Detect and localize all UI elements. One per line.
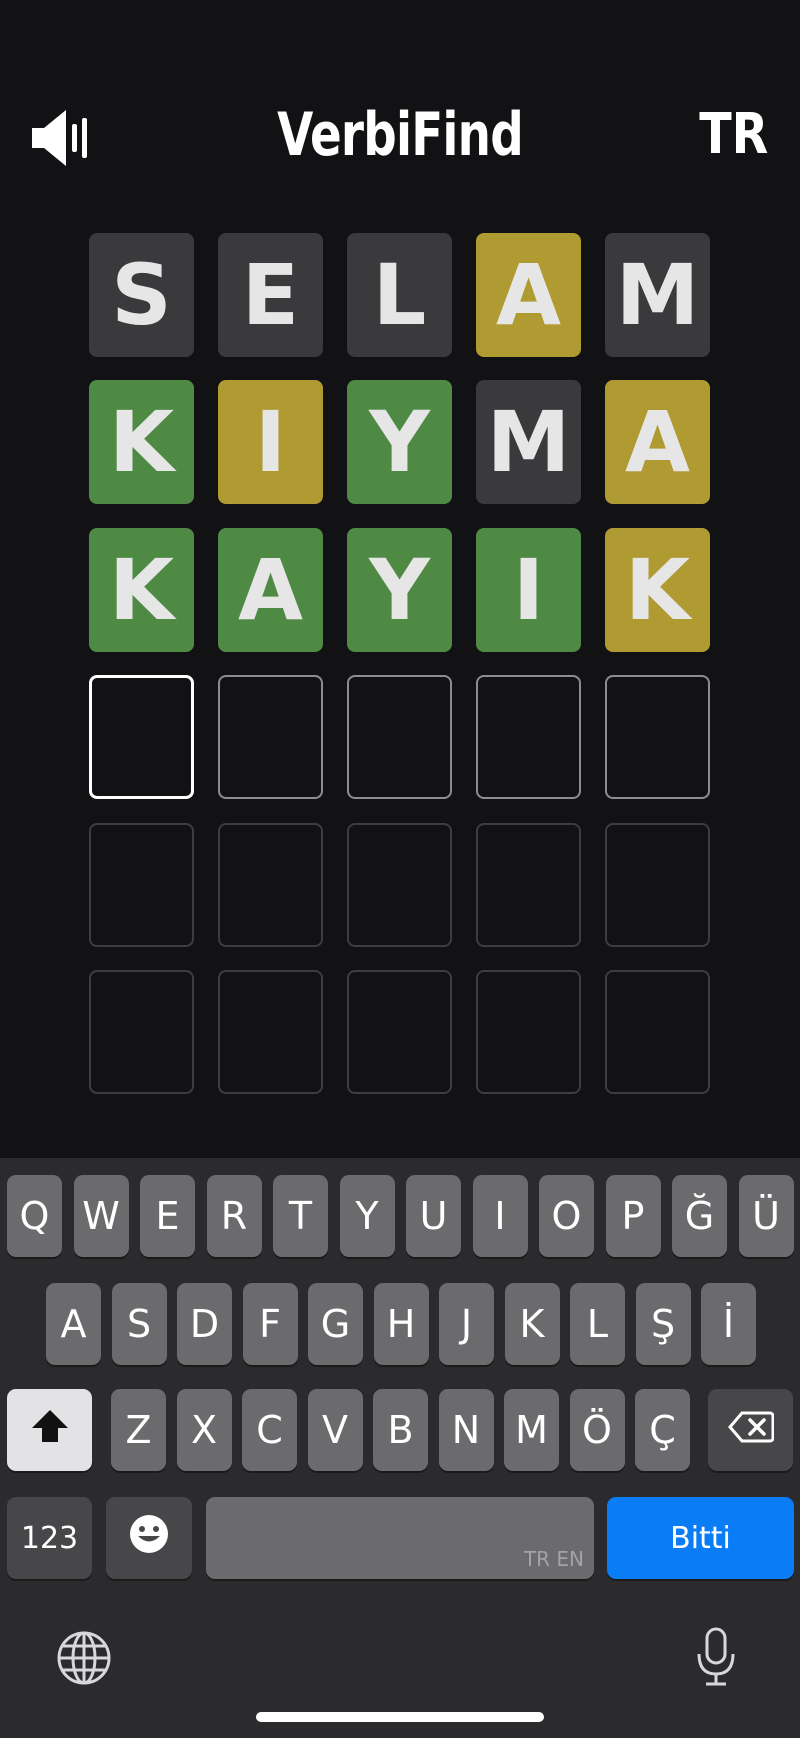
board-tile: L <box>347 233 452 357</box>
key[interactable]: L <box>570 1283 625 1365</box>
key[interactable]: Ü <box>738 1175 794 1257</box>
numbers-key[interactable]: 123 <box>7 1497 92 1579</box>
key[interactable]: G <box>308 1283 363 1365</box>
key[interactable]: B <box>373 1389 428 1471</box>
key[interactable]: S <box>111 1283 167 1365</box>
board-tile <box>605 970 710 1094</box>
key[interactable]: C <box>242 1389 297 1471</box>
board-tile: I <box>476 528 581 652</box>
board-tile: E <box>218 233 323 357</box>
emoji-key[interactable] <box>106 1497 192 1579</box>
key[interactable]: O <box>539 1175 594 1257</box>
key[interactable]: Ö <box>569 1389 625 1471</box>
board-tile <box>218 823 323 947</box>
board-tile: I <box>218 380 323 504</box>
emoji-icon <box>128 1513 170 1564</box>
board-tile: A <box>476 233 581 357</box>
board-tile: K <box>89 528 194 652</box>
key[interactable]: N <box>438 1389 494 1471</box>
key[interactable]: X <box>176 1389 232 1471</box>
key[interactable]: Z <box>111 1389 166 1471</box>
board-tile <box>347 675 452 799</box>
key[interactable]: E <box>140 1175 195 1257</box>
key[interactable]: J <box>439 1283 494 1365</box>
backspace-key[interactable] <box>708 1389 793 1471</box>
microphone-icon[interactable] <box>694 1626 738 1693</box>
key[interactable]: F <box>242 1283 298 1365</box>
board-tile <box>476 823 581 947</box>
shift-icon <box>30 1408 70 1453</box>
key[interactable]: I <box>472 1175 528 1257</box>
app-title: VerbiFind <box>277 100 524 170</box>
backspace-icon <box>727 1408 774 1452</box>
key[interactable]: Ç <box>635 1389 690 1471</box>
key[interactable]: Q <box>7 1175 62 1257</box>
key[interactable]: P <box>605 1175 661 1257</box>
board-tile: M <box>605 233 710 357</box>
key[interactable]: D <box>177 1283 232 1365</box>
board-tile <box>347 970 452 1094</box>
key[interactable]: K <box>504 1283 560 1365</box>
key[interactable]: U <box>406 1175 461 1257</box>
board-tile: M <box>476 380 581 504</box>
shift-key[interactable] <box>7 1389 92 1471</box>
board-tile: Y <box>347 380 452 504</box>
board-tile <box>89 970 194 1094</box>
header: VerbiFind TR <box>0 0 800 230</box>
board-tile <box>476 970 581 1094</box>
key[interactable]: W <box>73 1175 129 1257</box>
keyboard: 123 TR EN Bitti QWERTYUIOPĞ Ü A S D F G … <box>0 1158 800 1738</box>
key[interactable]: İ <box>701 1283 756 1365</box>
done-key[interactable]: Bitti <box>607 1497 794 1579</box>
board-tile <box>218 970 323 1094</box>
key[interactable]: R <box>206 1175 262 1257</box>
key[interactable]: A <box>46 1283 101 1365</box>
board-tile: A <box>218 528 323 652</box>
board-tile <box>605 675 710 799</box>
key[interactable]: T <box>273 1175 328 1257</box>
board-tile: Y <box>347 528 452 652</box>
key[interactable]: Ş <box>635 1283 691 1365</box>
board-tile <box>476 675 581 799</box>
globe-icon[interactable] <box>56 1630 112 1691</box>
key[interactable]: M <box>504 1389 559 1471</box>
board-tile <box>89 675 194 799</box>
key[interactable]: H <box>373 1283 429 1365</box>
key[interactable]: V <box>307 1389 363 1471</box>
board-tile: S <box>89 233 194 357</box>
space-language-hint: TR EN <box>523 1547 584 1571</box>
board-tile <box>89 823 194 947</box>
home-indicator <box>256 1712 544 1722</box>
space-key[interactable]: TR EN <box>206 1497 594 1579</box>
language-toggle[interactable]: TR <box>699 102 768 167</box>
key[interactable]: Ğ <box>672 1175 727 1257</box>
board-tile <box>605 823 710 947</box>
board-tile: K <box>89 380 194 504</box>
board-tile <box>347 823 452 947</box>
board-tile: K <box>605 528 710 652</box>
board-tile <box>218 675 323 799</box>
key[interactable]: Y <box>339 1175 395 1257</box>
board-tile: A <box>605 380 710 504</box>
